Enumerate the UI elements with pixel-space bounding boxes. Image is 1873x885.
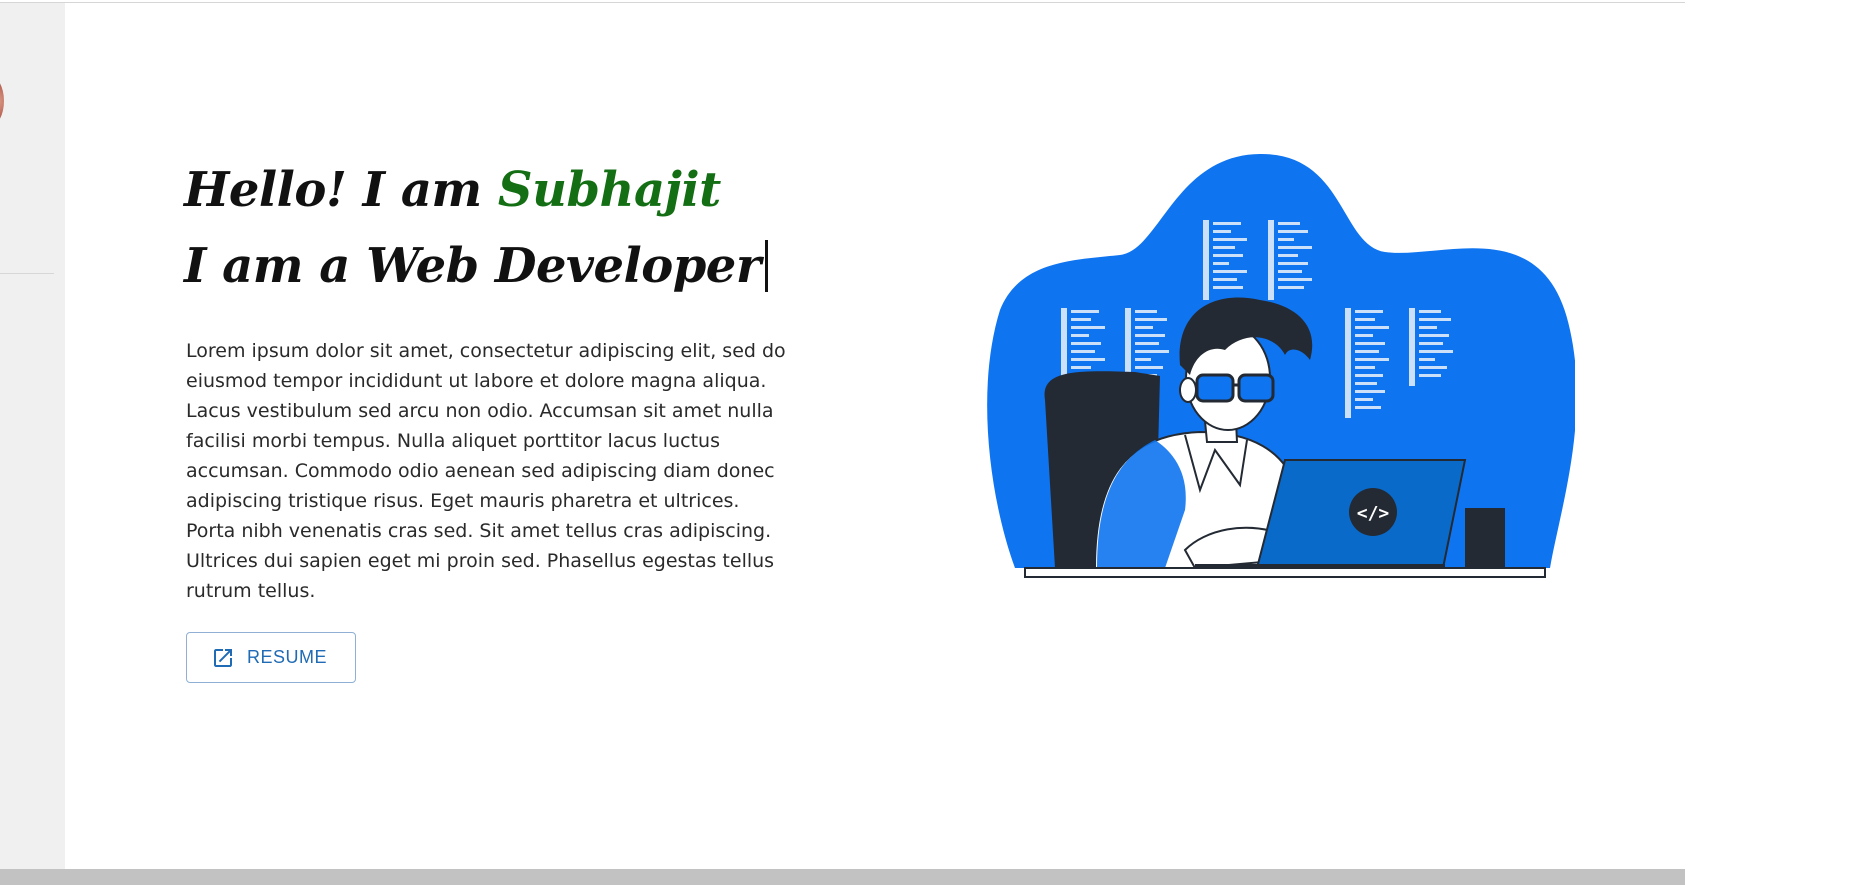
hero-name: Subhajit <box>497 162 721 218</box>
role-line: I am a Web Developer <box>184 238 761 294</box>
blank-margin <box>1685 0 1873 885</box>
desk-speaker <box>1465 508 1505 570</box>
open-in-new-icon <box>214 648 232 667</box>
resume-label: RESUME <box>247 647 328 667</box>
hero-heading: Hello! I am Subhajit I am a Web Develope… <box>184 152 768 304</box>
developer-ear <box>1179 377 1197 403</box>
hero-description: Lorem ipsum dolor sit amet, consectetur … <box>186 340 786 602</box>
avatar[interactable] <box>0 75 4 127</box>
code-badge-label: </> <box>1357 503 1390 524</box>
sidebar <box>0 3 65 869</box>
greeting-text: Hello! I am <box>184 162 498 218</box>
developer-illustration: </> <box>987 153 1575 578</box>
resume-button[interactable]: RESUME <box>186 632 356 683</box>
horizontal-scrollbar[interactable] <box>0 869 1685 885</box>
desk <box>1024 567 1546 578</box>
sidebar-divider <box>0 273 54 274</box>
page-viewport: Hello! I am Subhajit I am a Web Develope… <box>0 0 1685 885</box>
typing-cursor <box>764 240 768 292</box>
top-divider <box>0 2 1685 3</box>
